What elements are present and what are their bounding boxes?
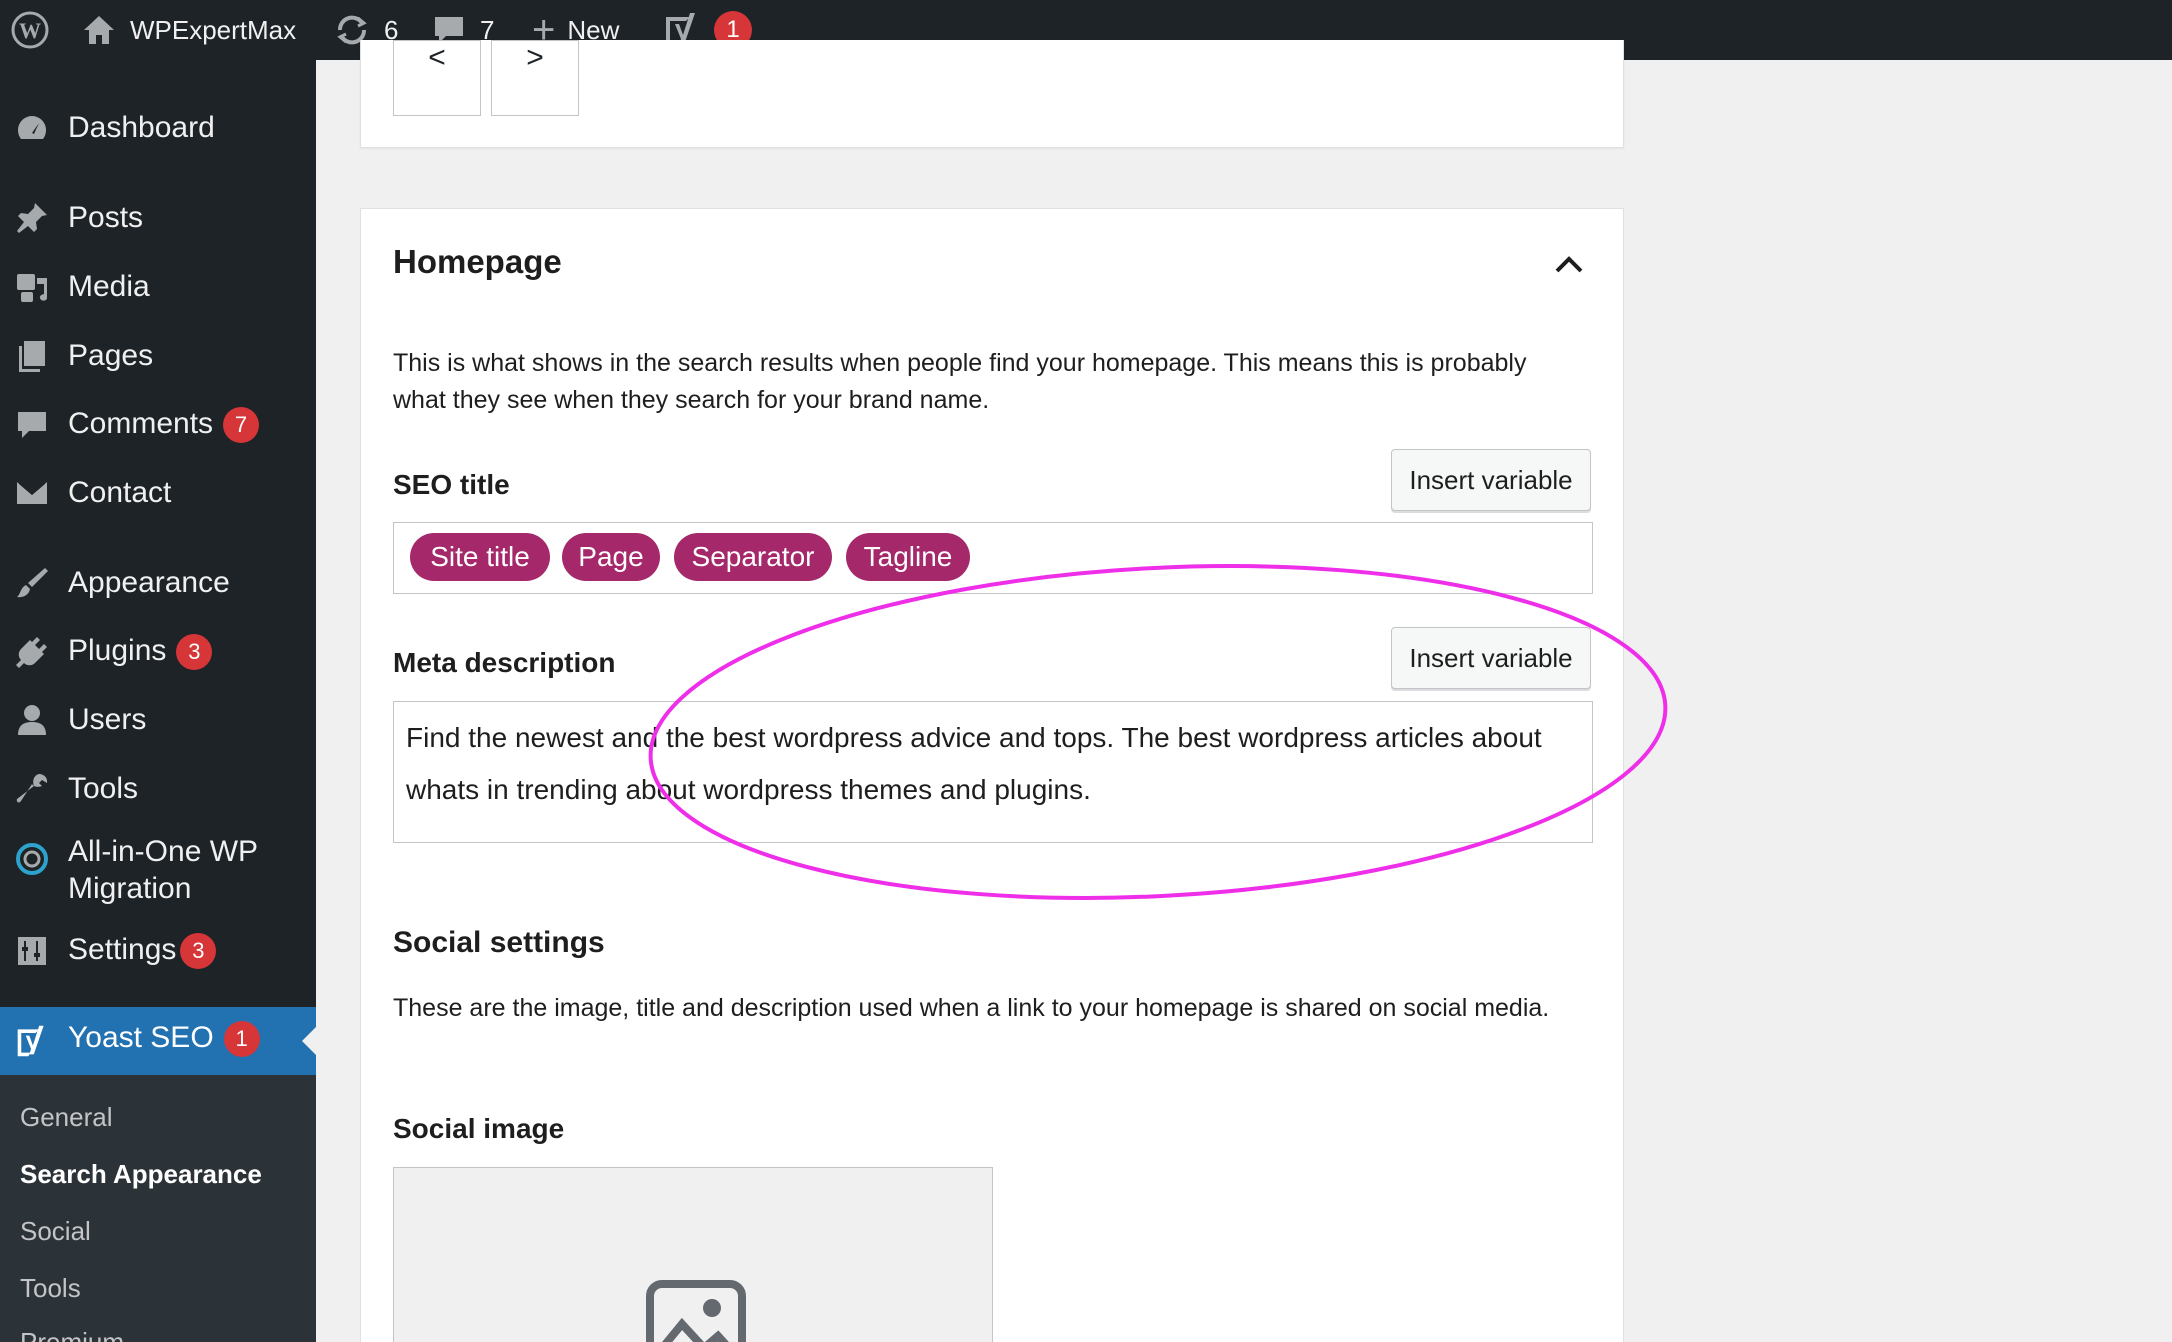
menu-tools[interactable]: Tools <box>0 761 316 817</box>
migration-icon <box>14 841 50 877</box>
svg-text:W: W <box>19 18 41 43</box>
meta-description-input[interactable]: Find the newest and the best wordpress a… <box>393 701 1593 843</box>
plugins-badge: 3 <box>176 634 213 671</box>
social-image-label: Social image <box>393 1113 565 1144</box>
menu-plugins[interactable]: Plugins 3 <box>0 624 316 680</box>
yoast-submenu: General Search Appearance Social Tools P… <box>0 1075 316 1342</box>
pin-icon <box>14 200 50 236</box>
previous-section-panel: < > <box>360 40 1624 148</box>
homepage-panel: Homepage This is what shows in the searc… <box>360 208 1624 1342</box>
image-placeholder-icon <box>646 1280 746 1342</box>
meta-description-insert-variable-button[interactable]: Insert variable <box>1391 627 1591 689</box>
site-name-link[interactable]: WPExpertMax <box>82 0 296 60</box>
menu-posts[interactable]: Posts <box>0 190 316 246</box>
submenu-general[interactable]: General <box>20 1102 113 1133</box>
social-image-dropzone[interactable] <box>393 1167 993 1342</box>
menu-users[interactable]: Users <box>0 692 316 748</box>
submenu-search-appearance[interactable]: Search Appearance <box>20 1159 262 1190</box>
pages-icon <box>14 338 50 374</box>
social-settings-description: These are the image, title and descripti… <box>393 994 1550 1022</box>
variable-tag-separator[interactable]: Separator <box>674 533 832 581</box>
submenu-premium[interactable]: Premium <box>20 1327 124 1342</box>
social-settings-title: Social settings <box>393 926 605 959</box>
yoast-badge: 1 <box>223 1021 260 1058</box>
submenu-tools[interactable]: Tools <box>20 1273 81 1304</box>
dashboard-icon <box>14 110 50 146</box>
menu-dashboard[interactable]: Dashboard <box>0 100 316 156</box>
user-icon <box>14 702 50 738</box>
submenu-social[interactable]: Social <box>20 1216 91 1247</box>
settings-icon <box>14 933 50 969</box>
site-name: WPExpertMax <box>130 14 297 45</box>
menu-label-comments: Comments <box>68 406 214 440</box>
settings-badge: 3 <box>180 933 217 970</box>
homepage-description: This is what shows in the search results… <box>393 349 1527 414</box>
plugin-icon <box>14 634 50 670</box>
previous-page-button[interactable]: < <box>393 40 481 116</box>
admin-sidebar: Dashboard Posts Media Pages Comments 7 Co… <box>0 60 316 1342</box>
media-icon <box>14 269 50 305</box>
menu-all-in-one-wp-migration[interactable]: All-in-One WP Migration <box>0 825 316 921</box>
menu-media[interactable]: Media <box>0 259 316 315</box>
menu-pages[interactable]: Pages <box>0 328 316 384</box>
meta-description-label: Meta description <box>393 647 616 678</box>
menu-appearance[interactable]: Appearance <box>0 555 316 611</box>
home-icon <box>84 16 114 44</box>
comments-badge: 7 <box>223 407 260 444</box>
menu-contact[interactable]: Contact <box>0 465 316 521</box>
yoast-logo-icon <box>14 1023 50 1059</box>
variable-tag-tagline[interactable]: Tagline <box>846 533 970 581</box>
seo-title-input[interactable]: Site title Page Separator Tagline <box>393 522 1593 594</box>
envelope-icon <box>14 475 50 511</box>
menu-yoast-seo[interactable]: Yoast SEO 1 <box>0 1007 316 1075</box>
homepage-title: Homepage <box>393 243 562 280</box>
comment-icon <box>14 407 50 443</box>
variable-tag-site-title[interactable]: Site title <box>410 533 550 581</box>
meta-description-text: Find the newest and the best wordpress a… <box>406 722 1542 805</box>
current-menu-arrow <box>302 1027 316 1055</box>
seo-title-insert-variable-button[interactable]: Insert variable <box>1391 449 1591 511</box>
paintbrush-icon <box>14 565 50 601</box>
menu-settings[interactable]: Settings 3 <box>0 923 316 979</box>
chevron-up-icon <box>1555 256 1583 273</box>
collapse-toggle[interactable] <box>1551 249 1587 279</box>
wrench-icon <box>14 771 50 807</box>
menu-label-plugins: Plugins <box>68 633 167 667</box>
menu-label-settings: Settings <box>68 932 177 966</box>
next-page-button[interactable]: > <box>491 40 579 116</box>
menu-label-yoast-seo: Yoast SEO <box>68 1021 214 1054</box>
wordpress-logo-icon[interactable]: W <box>10 0 50 60</box>
variable-tag-page[interactable]: Page <box>562 533 660 581</box>
seo-title-label: SEO title <box>393 469 510 500</box>
menu-comments[interactable]: Comments 7 <box>0 397 316 453</box>
